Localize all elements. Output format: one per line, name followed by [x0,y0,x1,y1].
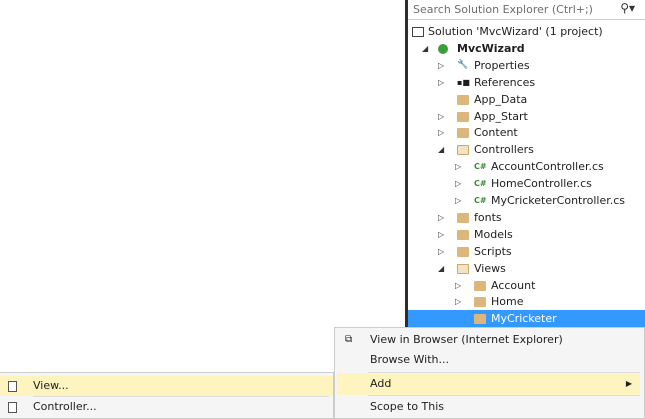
tree-item-label: MvcWizard [457,41,525,55]
folder-icon [457,246,469,257]
folder-open-icon [457,263,469,274]
project-icon [438,43,448,54]
tree-item[interactable]: ▷ ▪■ References [408,74,645,91]
tree-item[interactable]: ▷ 🔧 Properties [408,57,645,74]
browser-icon: ⧉ [345,334,353,345]
menu-scope-to-this[interactable]: Scope to This [337,397,640,417]
tree-item-label: Views [474,261,506,275]
tree-item[interactable]: ▷ C# AccountController.cs [408,158,645,175]
search-icon[interactable]: ⚲▾ [620,1,635,15]
tree-item-label: fonts [474,210,502,224]
controller-file-icon [8,402,17,413]
tree-item-label: Home [491,295,524,309]
tree-item-label: MyCricketer [491,312,557,326]
menu-add[interactable]: Add ▶ [337,373,640,395]
menu-browse-with[interactable]: Browse With... [337,350,640,370]
tree-item-label: Models [474,227,513,241]
folder-open-icon [457,145,469,156]
wrench-icon: 🔧 [457,59,469,70]
tree-item[interactable]: ▷ Home [408,293,645,310]
tree-item[interactable]: Solution 'MvcWizard' (1 project) [408,23,645,40]
tree-item-label: Properties [474,58,530,72]
tree-item[interactable]: MyCricketer [408,310,645,328]
tree-item[interactable]: ▷ Models [408,226,645,243]
csharp-icon: C# [474,162,487,172]
folder-icon [457,128,469,139]
collapse-arrow-icon[interactable]: ◢ [438,141,444,158]
folder-icon [474,280,486,291]
expand-arrow-icon[interactable]: ▷ [438,57,444,74]
add-submenu: View... Controller... [0,372,334,419]
tree-item[interactable]: ▷ fonts [408,209,645,226]
solution-icon [412,27,424,37]
submenu-view[interactable]: View... [0,376,333,396]
collapse-arrow-icon[interactable]: ◢ [422,40,428,57]
tree-item[interactable]: ▷ App_Start [408,108,645,125]
csharp-icon: C# [474,196,487,205]
folder-icon [474,297,486,308]
submenu-controller[interactable]: Controller... [0,397,333,417]
expand-arrow-icon[interactable]: ▷ [438,124,444,141]
expand-arrow-icon[interactable]: ▷ [438,243,444,260]
tree-item-label: References [474,75,536,89]
folder-icon [457,111,469,122]
tree-item[interactable]: ▷ Scripts [408,243,645,260]
collapse-arrow-icon[interactable]: ◢ [438,260,444,277]
tree-item-label: App_Start [474,109,528,123]
folder-icon [457,212,469,223]
folder-icon [457,229,469,240]
tree-item-label: Content [474,126,518,140]
view-file-icon [8,381,17,392]
tree-item[interactable]: ▷ Account [408,277,645,294]
expand-arrow-icon[interactable]: ▷ [438,226,444,243]
tree-item[interactable]: ◢ Views [408,260,645,277]
expand-arrow-icon[interactable]: ▷ [438,209,444,226]
tree-item[interactable]: ▷ C# HomeController.cs [408,175,645,192]
menu-view-in-browser[interactable]: ⧉ View in Browser (Internet Explorer) [337,330,640,350]
submenu-arrow-icon: ▶ [625,379,632,388]
tree-item[interactable]: App_Data [408,91,645,108]
tree-item[interactable]: ◢ Controllers [408,141,645,158]
tree-item-label: MyCricketerController.cs [491,194,626,207]
expand-arrow-icon[interactable]: ▷ [438,108,444,125]
expand-arrow-icon[interactable]: ▷ [455,175,461,192]
expand-arrow-icon[interactable]: ▷ [438,74,444,91]
expand-arrow-icon[interactable]: ▷ [455,158,461,175]
expand-arrow-icon[interactable]: ▷ [455,277,461,294]
search-placeholder: Search Solution Explorer (Ctrl+;) [413,3,593,16]
tree-item-label: Solution 'MvcWizard' (1 project) [428,25,603,38]
expand-arrow-icon[interactable]: ▷ [455,293,461,310]
context-menu: ⧉ View in Browser (Internet Explorer) Br… [334,327,645,419]
menu-separator [368,395,640,396]
expand-arrow-icon[interactable]: ▷ [455,192,461,209]
csharp-icon: C# [474,179,487,189]
tree-item-label: Controllers [474,143,534,157]
tree-item[interactable]: ◢ MvcWizard [408,40,645,57]
tree-item-label: AccountController.cs [491,160,604,174]
tree-item-label: HomeController.cs [491,177,592,191]
tree-item[interactable]: ▷ C# MyCricketerController.cs [408,192,645,209]
tree-item[interactable]: ▷ Content [408,124,645,141]
tree-item-label: Account [491,278,536,292]
references-icon: ▪■ [457,77,470,87]
tree-item-label: Scripts [474,244,512,258]
folder-icon [457,94,469,105]
search-input[interactable]: Search Solution Explorer (Ctrl+;) ⚲▾ [408,0,645,20]
folder-icon [474,314,486,325]
tree-item-label: App_Data [474,92,528,106]
